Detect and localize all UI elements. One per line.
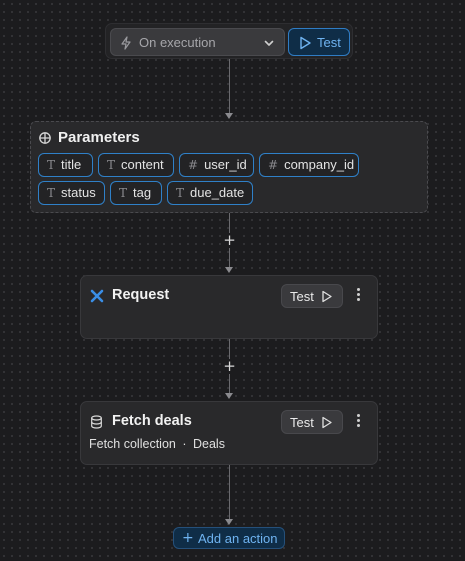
test-trigger-button[interactable]: Test <box>288 28 350 56</box>
trigger-select[interactable]: On execution <box>110 28 285 56</box>
number-type-icon: # <box>188 158 199 172</box>
add-step-plus-icon[interactable]: + <box>222 359 237 374</box>
fetch-deals-more-menu-icon[interactable] <box>351 412 365 432</box>
fetch-deals-subtitle: Fetch collection · Deals <box>89 437 225 451</box>
connector-arrow <box>225 113 233 119</box>
text-type-icon: T <box>47 186 56 200</box>
text-type-icon: T <box>176 186 185 200</box>
text-type-icon: T <box>119 186 128 200</box>
parameters-block[interactable]: Parameters Ttitle Tcontent # user_id # com… <box>30 121 428 213</box>
fetch-deals-title: Fetch deals <box>112 413 192 429</box>
connector-arrow <box>225 393 233 399</box>
param-chip-label: company_id <box>284 157 355 172</box>
text-type-icon: T <box>47 158 56 172</box>
param-chip-user-id[interactable]: # user_id <box>179 153 254 177</box>
test-trigger-label: Test <box>317 35 341 50</box>
fetch-deals-subtitle-action: Fetch collection <box>89 437 176 451</box>
param-chip-title[interactable]: Ttitle <box>38 153 93 177</box>
param-chip-due-date[interactable]: Tdue_date <box>167 181 253 205</box>
param-chip-label: tag <box>133 185 152 200</box>
connector-fetch-add <box>229 465 230 519</box>
text-type-icon: T <box>107 158 116 172</box>
request-more-menu-icon[interactable] <box>351 286 365 306</box>
fetch-deals-test-button[interactable]: Test <box>281 410 343 434</box>
param-chip-tag[interactable]: Ttag <box>110 181 162 205</box>
connector-arrow <box>225 519 233 525</box>
subtitle-separator: · <box>182 437 187 451</box>
param-chip-label: user_id <box>204 157 247 172</box>
request-x-icon <box>90 289 104 303</box>
connector-arrow <box>225 267 233 273</box>
request-card[interactable]: Request Test <box>80 275 378 339</box>
bolt-icon <box>121 36 131 50</box>
chevron-down-icon <box>264 40 274 46</box>
trigger-bar: On execution Test <box>105 23 353 59</box>
add-action-label: Add an action <box>198 531 278 546</box>
database-icon <box>91 415 102 429</box>
connector-trigger-params <box>229 59 230 113</box>
parameters-icon <box>39 132 51 144</box>
number-type-icon: # <box>268 158 279 172</box>
play-icon <box>322 416 332 429</box>
param-chip-label: title <box>61 157 82 172</box>
add-action-button[interactable]: + Add an action <box>173 527 285 549</box>
param-chip-label: status <box>61 185 96 200</box>
param-chip-label: content <box>121 157 164 172</box>
play-icon <box>300 36 311 50</box>
trigger-select-value: On execution <box>139 35 216 50</box>
add-step-plus-icon[interactable]: + <box>222 233 237 248</box>
param-chip-status[interactable]: Tstatus <box>38 181 105 205</box>
plus-icon: + <box>182 530 194 546</box>
request-test-label: Test <box>290 289 314 304</box>
param-chip-company-id[interactable]: # company_id <box>259 153 359 177</box>
request-test-button[interactable]: Test <box>281 284 343 308</box>
fetch-deals-subtitle-collection: Deals <box>193 437 225 451</box>
fetch-deals-test-label: Test <box>290 415 314 430</box>
play-icon <box>322 290 332 303</box>
fetch-deals-card[interactable]: Fetch deals Test Fetch collection · Deal… <box>80 401 378 465</box>
param-chip-content[interactable]: Tcontent <box>98 153 174 177</box>
param-chip-label: due_date <box>190 185 245 200</box>
parameters-title: Parameters <box>58 129 140 146</box>
request-title: Request <box>112 287 170 303</box>
